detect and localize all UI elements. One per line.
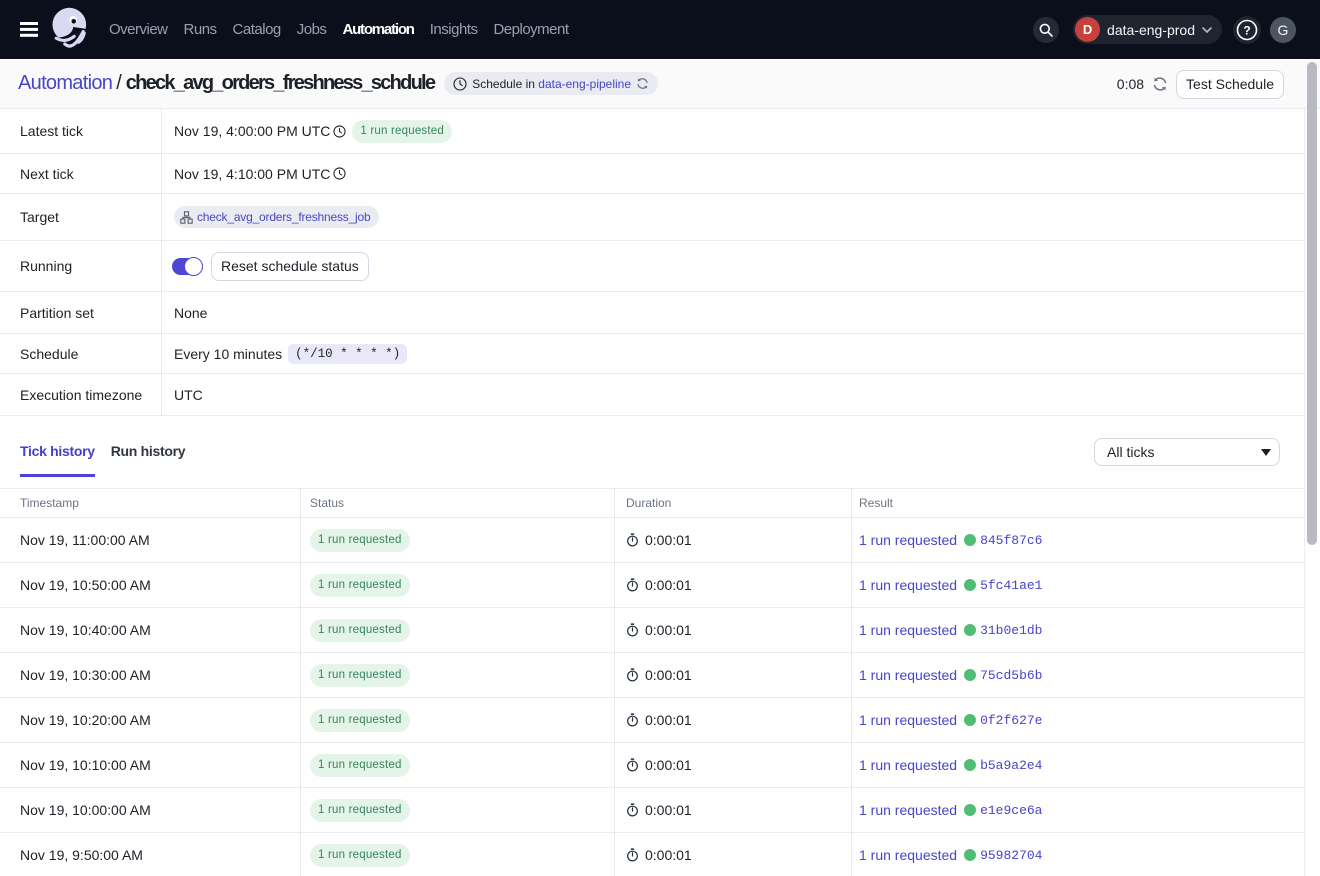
svg-text:?: ? bbox=[1243, 23, 1250, 37]
